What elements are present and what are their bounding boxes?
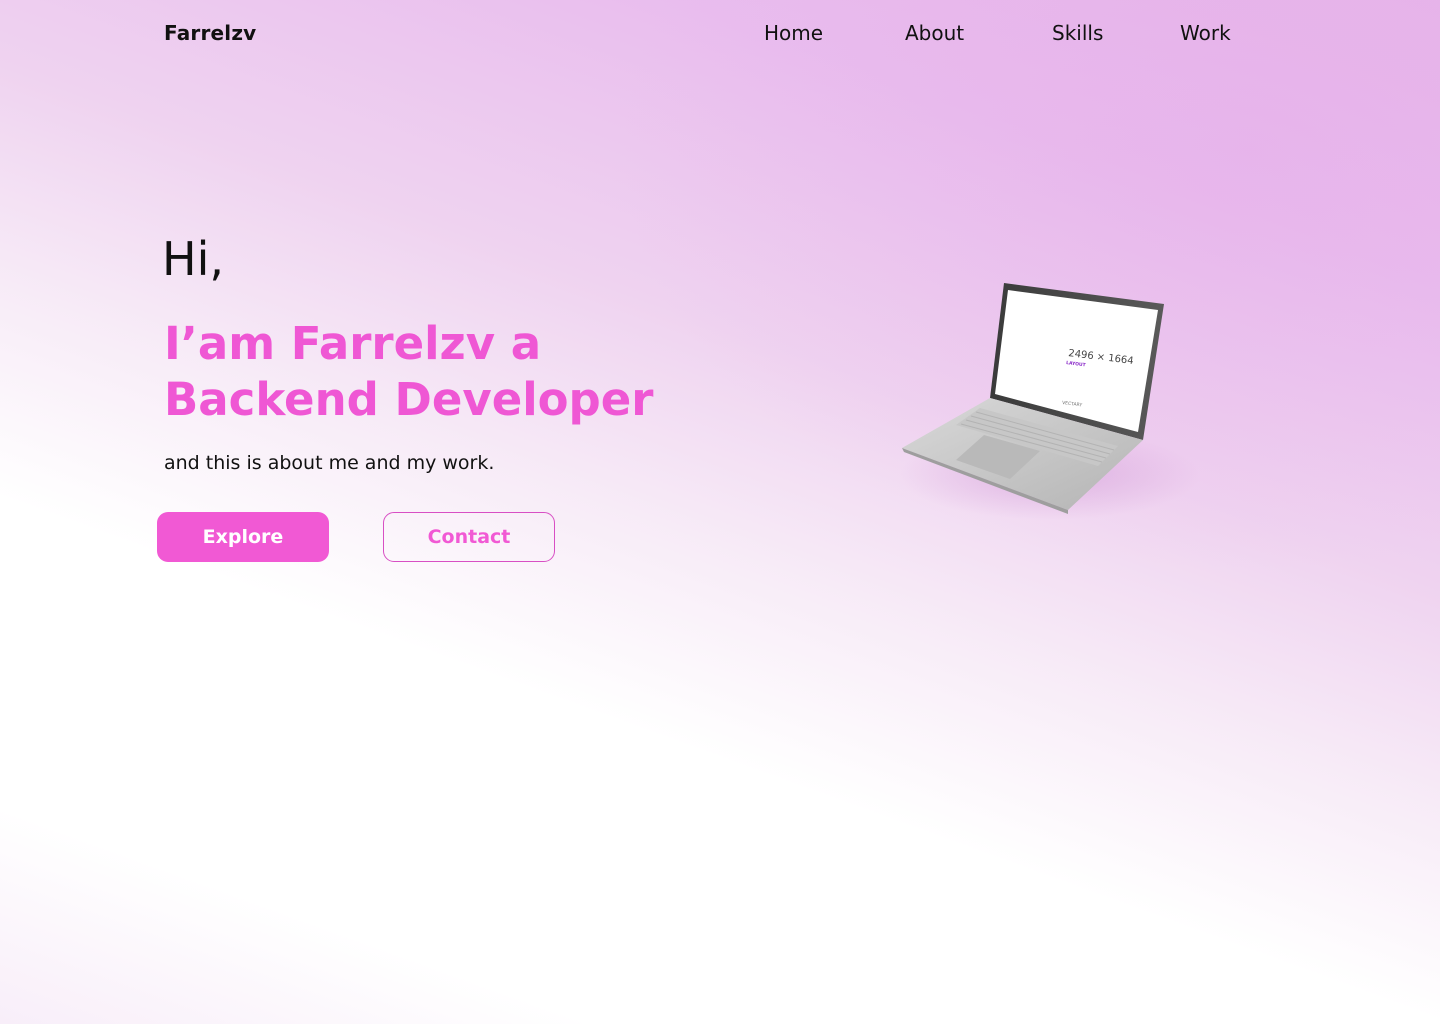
laptop-svg: 2496 × 1664 LAYOUT VECTARY <box>900 283 1200 520</box>
explore-button[interactable]: Explore <box>157 512 329 562</box>
hero-headline: I’am Farrelzv a Backend Developer <box>164 316 684 428</box>
hero-headline-line2: Backend Developer <box>164 373 654 426</box>
nav-work-link[interactable]: Work <box>1180 21 1231 45</box>
hero-greeting: Hi, <box>162 232 224 286</box>
nav-skills-link[interactable]: Skills <box>1052 21 1103 45</box>
contact-button[interactable]: Contact <box>383 512 555 562</box>
laptop-illustration-icon: 2496 × 1664 LAYOUT VECTARY <box>880 270 1200 530</box>
nav-about-link[interactable]: About <box>905 21 964 45</box>
hero-headline-line1: I’am Farrelzv a <box>164 317 542 370</box>
main-nav: Home About Skills Work <box>0 21 1440 49</box>
hero-subtitle: and this is about me and my work. <box>164 452 495 474</box>
nav-home-link[interactable]: Home <box>764 21 823 45</box>
